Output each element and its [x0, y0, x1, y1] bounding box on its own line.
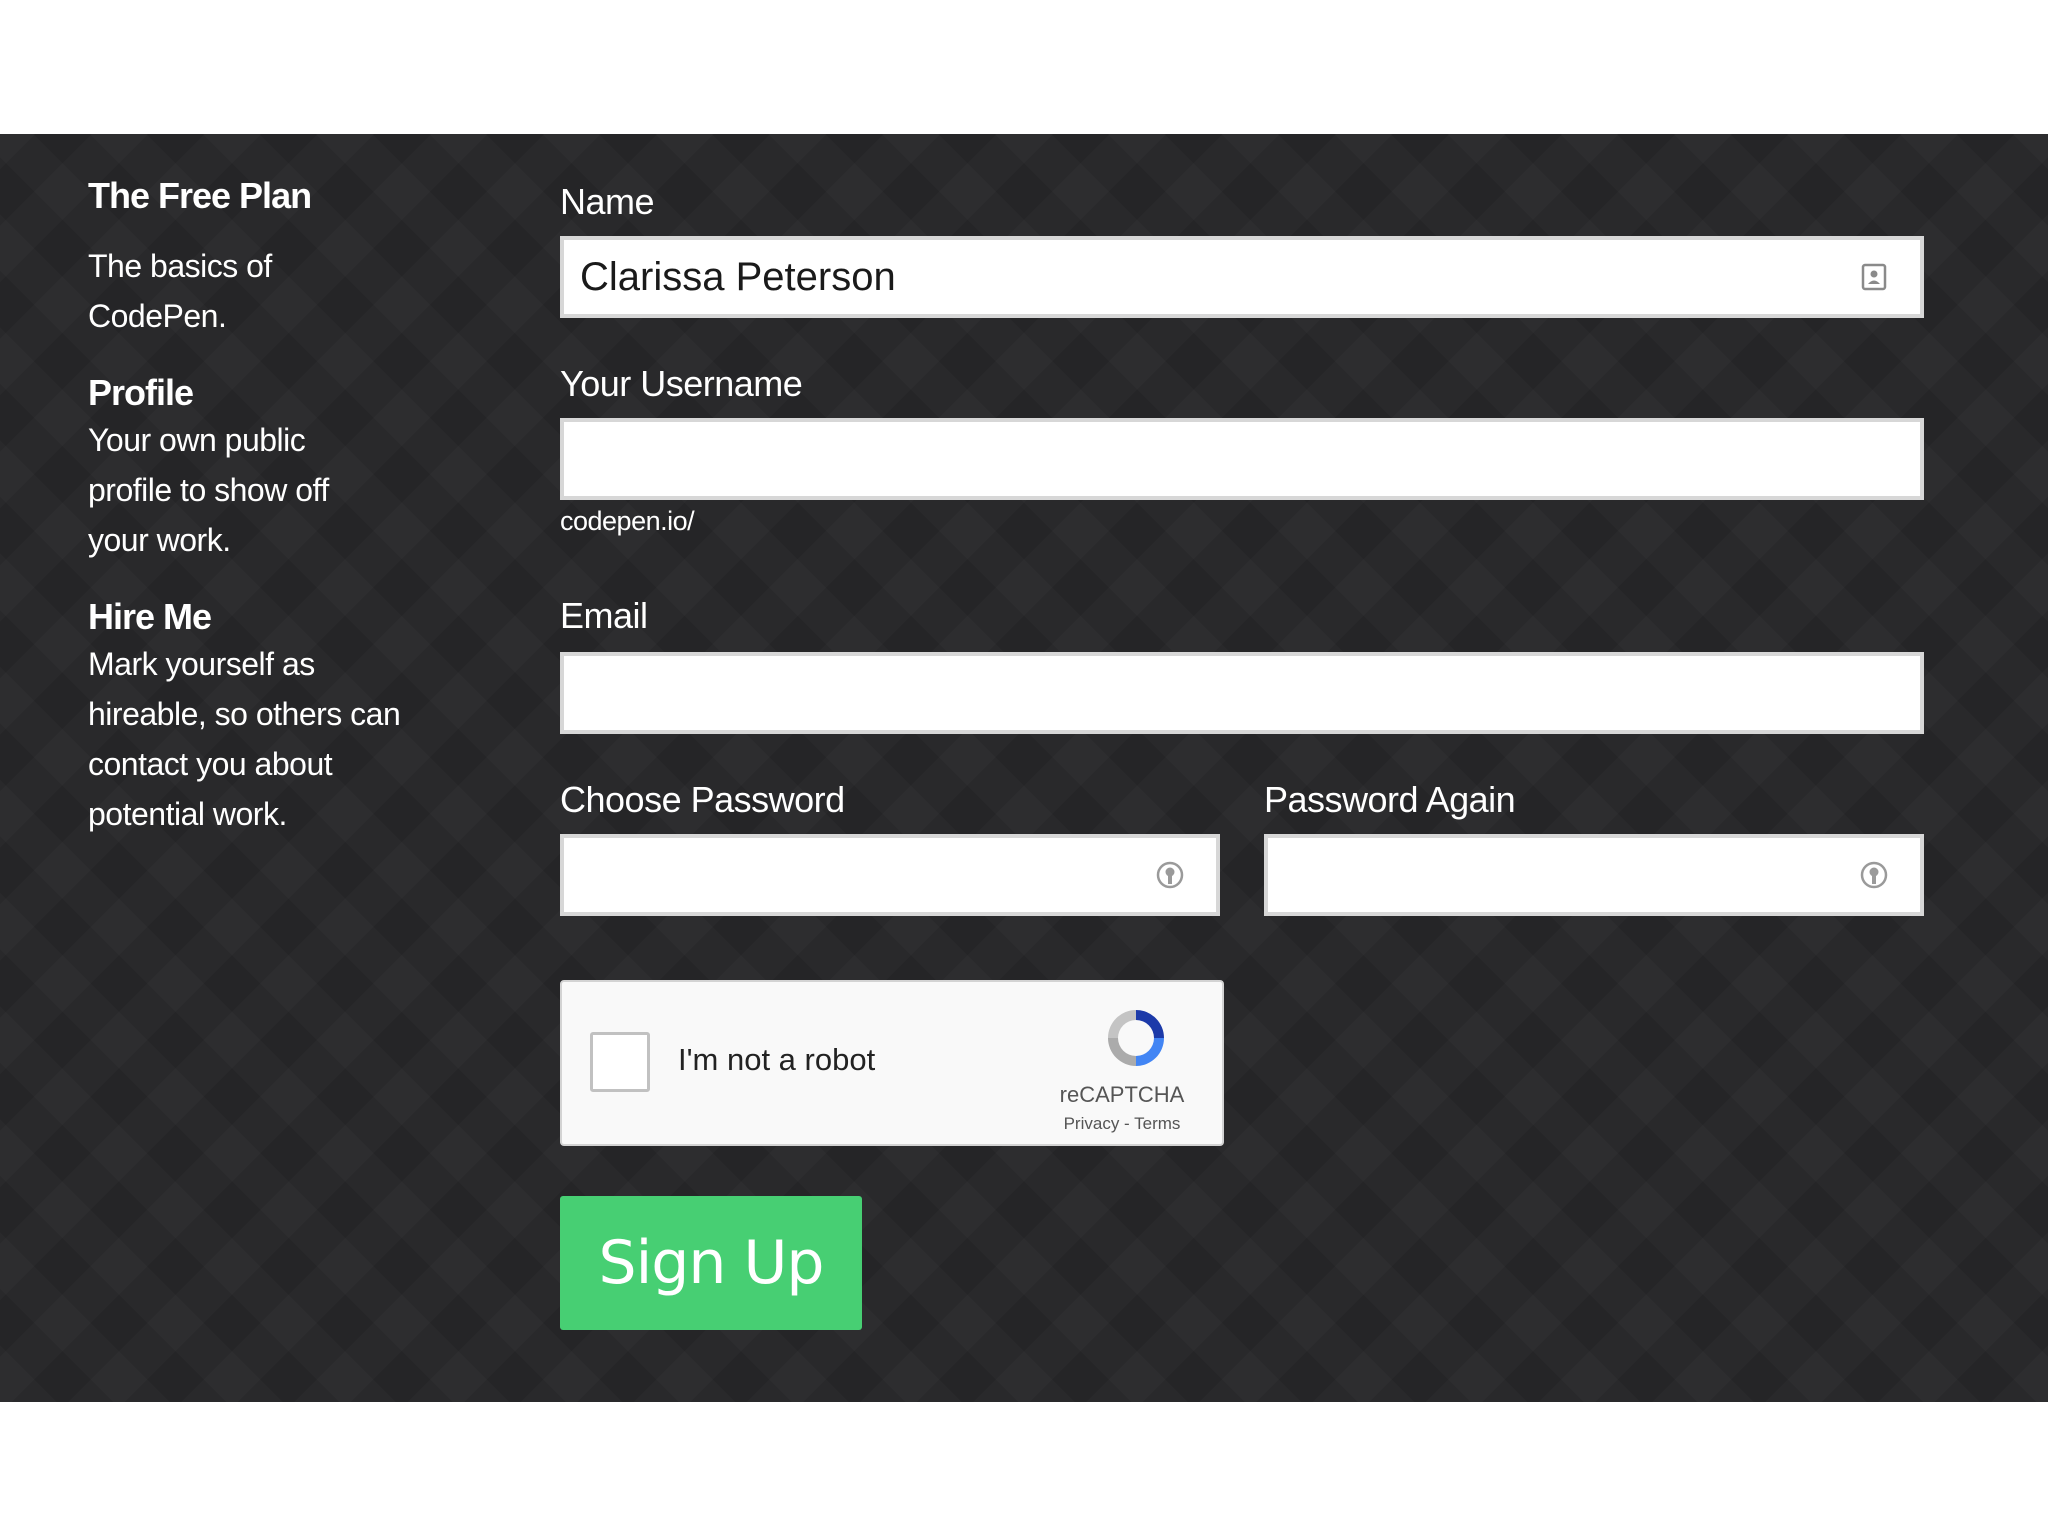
username-field[interactable]: [560, 418, 1924, 500]
username-label: Your Username: [560, 363, 803, 404]
password-field[interactable]: [560, 834, 1220, 916]
password-again-field[interactable]: [1264, 834, 1924, 916]
feature-text: Your own public profile to show off your…: [88, 422, 329, 559]
password-again-label: Password Again: [1264, 779, 1516, 820]
email-field[interactable]: [560, 652, 1924, 734]
recaptcha-logo-icon: [1100, 1002, 1172, 1074]
feature-hire-me: Hire Me Mark yourself as hireable, so ot…: [88, 595, 448, 839]
key-icon[interactable]: [1154, 859, 1186, 891]
recaptcha-privacy-terms-links[interactable]: Privacy - Terms: [1042, 1114, 1202, 1134]
contact-card-icon[interactable]: [1858, 261, 1890, 293]
feature-heading: Hire Me: [88, 596, 212, 638]
feature-text: Mark yourself as hireable, so others can…: [88, 646, 401, 833]
recaptcha-widget: I'm not a robot reCAPTCHA Privacy - Term…: [560, 980, 1224, 1146]
recaptcha-label: I'm not a robot: [678, 1042, 876, 1077]
plan-intro: The basics of CodePen.: [88, 248, 272, 335]
recaptcha-checkbox[interactable]: [590, 1032, 650, 1092]
sign-up-button[interactable]: Sign Up: [560, 1196, 862, 1330]
name-value: Clarissa Peterson: [580, 254, 896, 299]
name-label: Name: [560, 181, 655, 222]
plan-title: The Free Plan: [88, 175, 312, 216]
name-field[interactable]: Clarissa Peterson: [560, 236, 1924, 318]
username-url-prefix: codepen.io/: [560, 506, 695, 536]
password-label: Choose Password: [560, 779, 845, 820]
signup-panel: The Free Plan The basics of CodePen. Pro…: [0, 134, 2048, 1402]
plan-sidebar: The Free Plan The basics of CodePen. Pro…: [88, 174, 448, 869]
email-label: Email: [560, 595, 648, 636]
feature-heading: Profile: [88, 372, 194, 414]
key-icon[interactable]: [1858, 859, 1890, 891]
recaptcha-brand: reCAPTCHA: [1059, 1082, 1185, 1107]
feature-profile: Profile Your own public profile to show …: [88, 371, 448, 565]
